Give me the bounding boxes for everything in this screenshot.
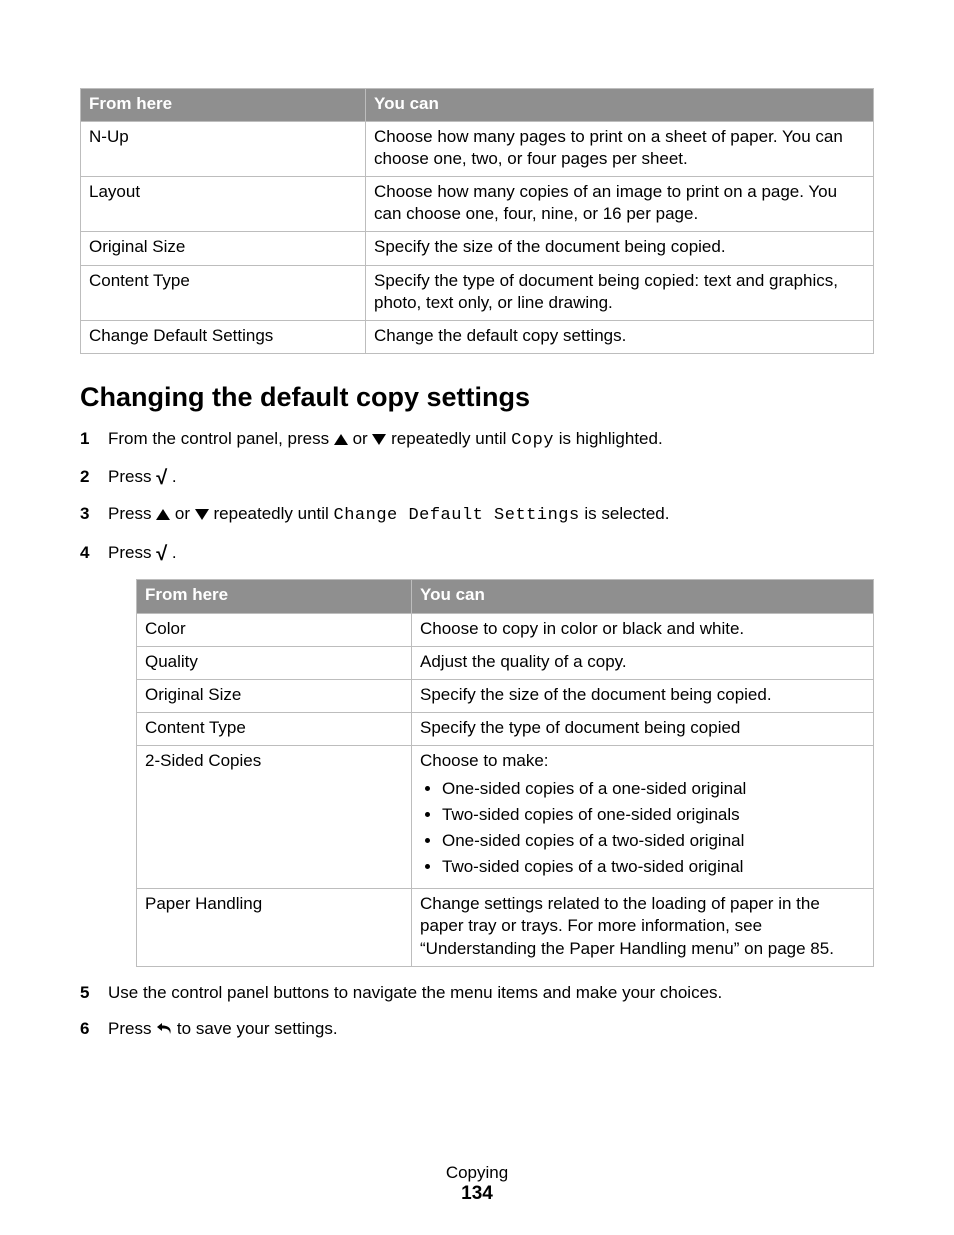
list-item: Two-sided copies of one-sided originals (442, 804, 865, 826)
col-header-from-here: From here (81, 89, 366, 122)
up-arrow-icon (156, 509, 170, 520)
col-header-you-can: You can (366, 89, 874, 122)
step-6: Press to save your settings. (80, 1017, 874, 1042)
cell-from: Change Default Settings (81, 320, 366, 353)
back-arrow-icon (156, 1022, 172, 1036)
steps-list: From the control panel, press or repeate… (80, 427, 874, 1042)
table-row: N-Up Choose how many pages to print on a… (81, 122, 874, 177)
step-text: Press (108, 467, 156, 486)
cell-desc: Specify the type of document being copie… (412, 712, 874, 745)
table-header-row: From here You can (81, 89, 874, 122)
step-1: From the control panel, press or repeate… (80, 427, 874, 454)
table-row: 2-Sided Copies Choose to make: One-sided… (137, 745, 874, 888)
up-arrow-icon (334, 434, 348, 445)
table-row: Content Type Specify the type of documen… (137, 712, 874, 745)
list-item: Two-sided copies of a two-sided original (442, 856, 865, 878)
step-text: From the control panel, press (108, 429, 334, 448)
table-header-row: From here You can (137, 580, 874, 613)
cell-from: Paper Handling (137, 889, 412, 966)
step-text: is selected. (584, 504, 669, 523)
step-text: is highlighted. (559, 429, 663, 448)
cell-desc: Choose how many copies of an image to pr… (366, 177, 874, 232)
cell-from: Layout (81, 177, 366, 232)
cell-from: Quality (137, 646, 412, 679)
cell-lead: Choose to make: (420, 751, 549, 770)
cell-from: 2-Sided Copies (137, 745, 412, 888)
table-row: Change Default Settings Change the defau… (81, 320, 874, 353)
step-text: . (172, 543, 177, 562)
cell-desc: Specify the size of the document being c… (412, 679, 874, 712)
step-text: repeatedly until (214, 504, 334, 523)
cell-desc: Specify the size of the document being c… (366, 232, 874, 265)
cell-desc: Change settings related to the loading o… (412, 889, 874, 966)
list-item: One-sided copies of a one-sided original (442, 778, 865, 800)
cell-desc: Choose to make: One-sided copies of a on… (412, 745, 874, 888)
cell-desc: Choose how many pages to print on a shee… (366, 122, 874, 177)
cell-from: Original Size (81, 232, 366, 265)
step-text: Press (108, 543, 156, 562)
code-text: Change Default Settings (334, 506, 580, 525)
step-text: or (175, 504, 195, 523)
cell-from: Content Type (81, 265, 366, 320)
step-text: repeatedly until (391, 429, 511, 448)
cell-from: Content Type (137, 712, 412, 745)
bullet-list: One-sided copies of a one-sided original… (420, 778, 865, 878)
step-text: Press (108, 1019, 156, 1038)
cell-desc: Adjust the quality of a copy. (412, 646, 874, 679)
step-4: Press √ . From here You can Color Choose… (80, 541, 874, 967)
table-row: Paper Handling Change settings related t… (137, 889, 874, 966)
step-text: . (172, 467, 177, 486)
code-text: Copy (511, 431, 554, 450)
step-3: Press or repeatedly until Change Default… (80, 502, 874, 529)
col-header-you-can: You can (412, 580, 874, 613)
default-settings-table: From here You can Color Choose to copy i… (136, 579, 874, 966)
copy-menu-table: From here You can N-Up Choose how many p… (80, 88, 874, 354)
cell-from: N-Up (81, 122, 366, 177)
footer-page-number: 134 (461, 1183, 493, 1204)
table-row: Layout Choose how many copies of an imag… (81, 177, 874, 232)
list-item: One-sided copies of a two-sided original (442, 830, 865, 852)
cell-from: Original Size (137, 679, 412, 712)
step-text: to save your settings. (177, 1019, 338, 1038)
table-row: Original Size Specify the size of the do… (137, 679, 874, 712)
step-text: Use the control panel buttons to navigat… (108, 983, 722, 1002)
page-footer: Copying 134 (0, 1163, 954, 1205)
document-page: From here You can N-Up Choose how many p… (0, 0, 954, 1235)
table-row: Original Size Specify the size of the do… (81, 232, 874, 265)
step-5: Use the control panel buttons to navigat… (80, 981, 874, 1006)
cell-from: Color (137, 613, 412, 646)
footer-section: Copying (0, 1163, 954, 1183)
table-row: Content Type Specify the type of documen… (81, 265, 874, 320)
down-arrow-icon (372, 434, 386, 445)
down-arrow-icon (195, 509, 209, 520)
section-heading: Changing the default copy settings (80, 382, 874, 413)
step-2: Press √ . (80, 465, 874, 490)
cell-desc: Choose to copy in color or black and whi… (412, 613, 874, 646)
table-row: Quality Adjust the quality of a copy. (137, 646, 874, 679)
col-header-from-here: From here (137, 580, 412, 613)
step-text: or (353, 429, 373, 448)
table-row: Color Choose to copy in color or black a… (137, 613, 874, 646)
cell-desc: Change the default copy settings. (366, 320, 874, 353)
step-text: Press (108, 504, 156, 523)
cell-desc: Specify the type of document being copie… (366, 265, 874, 320)
